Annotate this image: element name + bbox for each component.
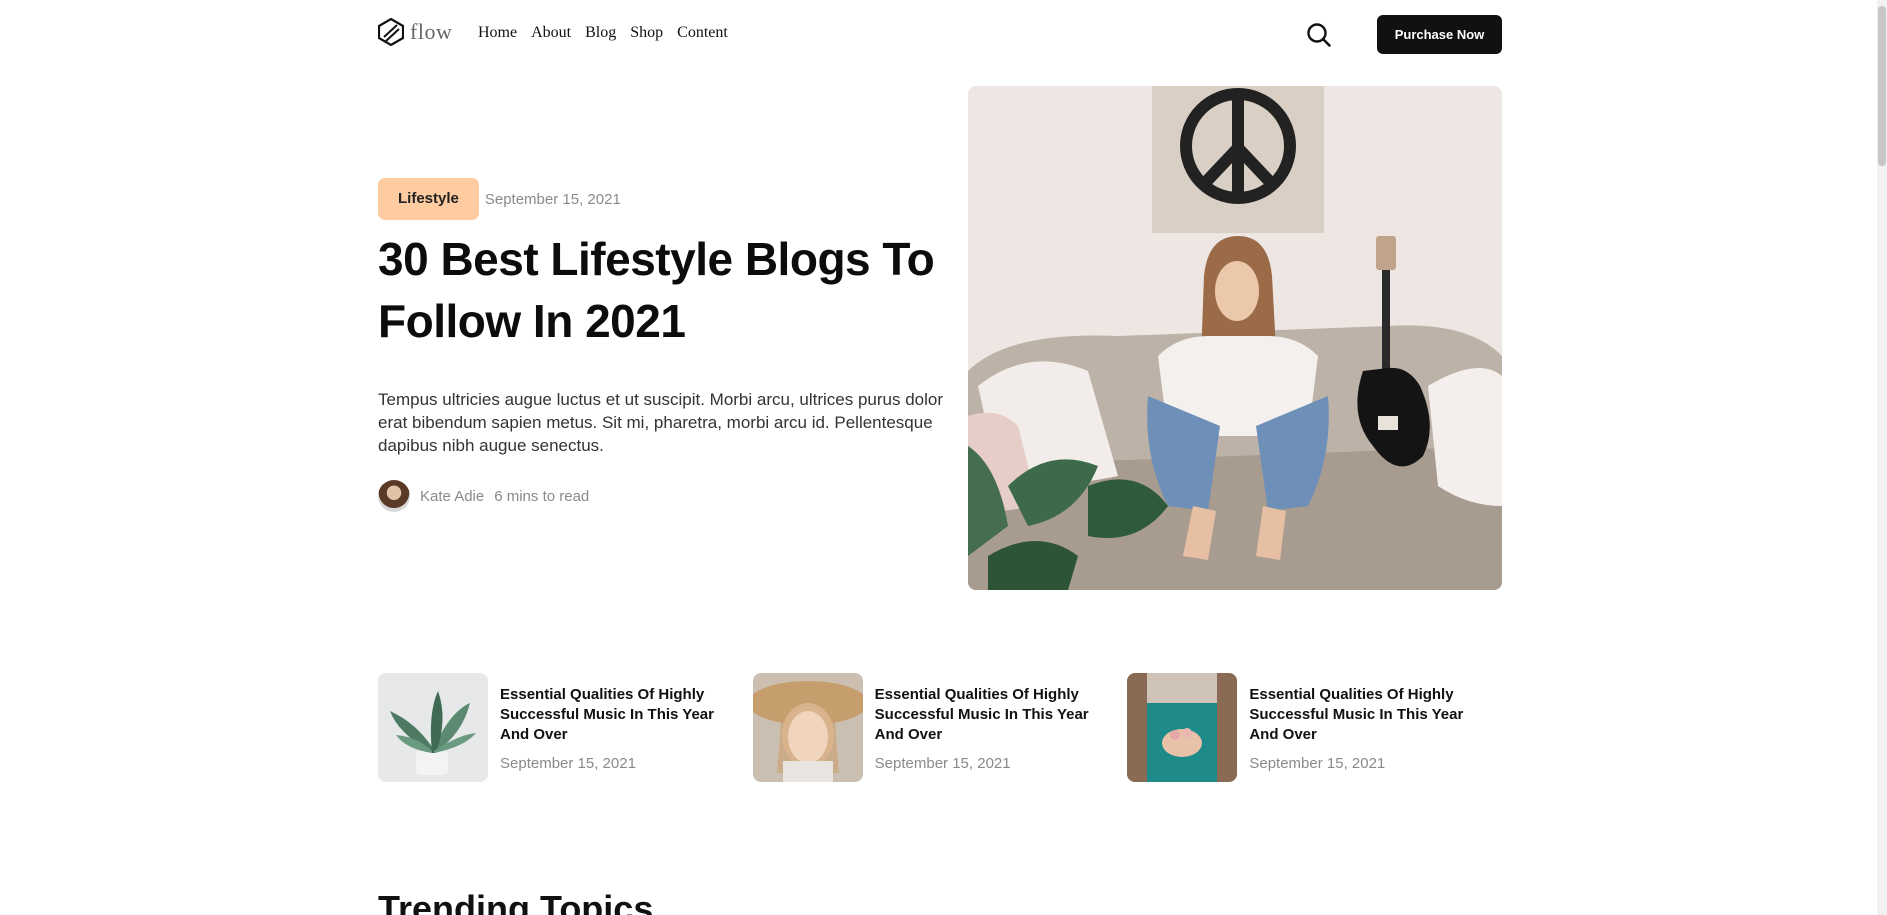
card-body: Essential Qualities Of Highly Successful… xyxy=(500,673,740,782)
card-title[interactable]: Essential Qualities Of Highly Successful… xyxy=(1249,685,1489,745)
card-thumbnail[interactable] xyxy=(1127,673,1238,782)
card-2[interactable]: Essential Qualities Of Highly Successful… xyxy=(752,673,1128,782)
card-date: September 15, 2021 xyxy=(500,755,636,772)
card-title[interactable]: Essential Qualities Of Highly Successful… xyxy=(875,685,1115,745)
author-name[interactable]: Kate Adie xyxy=(420,488,484,505)
nav-content[interactable]: Content xyxy=(677,24,728,42)
card-title[interactable]: Essential Qualities Of Highly Successful… xyxy=(500,685,740,745)
card-1[interactable]: Essential Qualities Of Highly Successful… xyxy=(378,673,753,782)
logo-icon xyxy=(378,18,404,46)
card-thumbnail[interactable] xyxy=(378,673,488,782)
search-icon[interactable] xyxy=(1306,22,1332,48)
nav-shop[interactable]: Shop xyxy=(630,24,663,42)
trending-topics-heading: Trending Topics xyxy=(378,888,654,915)
purchase-now-button[interactable]: Purchase Now xyxy=(1377,15,1502,54)
logo-text: flow xyxy=(410,19,453,44)
logo[interactable]: flow xyxy=(378,18,452,46)
card-thumbnail[interactable] xyxy=(752,673,863,782)
card-date: September 15, 2021 xyxy=(1249,755,1386,772)
site-header: flow Home About Blog Shop Content Purcha… xyxy=(378,12,1502,56)
read-time: 6 mins to read xyxy=(494,487,590,505)
card-3[interactable]: Essential Qualities Of Highly Successful… xyxy=(1127,673,1502,782)
author-info: Kate Adie 6 mins to read xyxy=(378,480,948,512)
hero-meta: Lifestyle September 15, 2021 xyxy=(378,178,948,220)
nav-blog[interactable]: Blog xyxy=(585,24,616,42)
card-date: September 15, 2021 xyxy=(874,755,1011,772)
scrollbar-thumb[interactable] xyxy=(1878,6,1886,166)
main-nav: Home About Blog Shop Content xyxy=(478,24,728,42)
hero-date: September 15, 2021 xyxy=(484,190,621,208)
hero-content: Lifestyle September 15, 2021 30 Best Lif… xyxy=(378,178,948,512)
card-body: Essential Qualities Of Highly Successful… xyxy=(1249,673,1489,782)
scrollbar[interactable] xyxy=(1877,0,1887,915)
nav-home[interactable]: Home xyxy=(478,24,517,42)
hero-image[interactable] xyxy=(968,86,1502,590)
category-badge[interactable]: Lifestyle xyxy=(378,178,479,220)
card-body: Essential Qualities Of Highly Successful… xyxy=(875,673,1115,782)
nav-about[interactable]: About xyxy=(531,24,571,42)
hero-description: Tempus ultricies augue luctus et ut susc… xyxy=(378,390,944,455)
hero-title[interactable]: 30 Best Lifestyle Blogs To Follow In 202… xyxy=(378,228,948,352)
featured-cards: Essential Qualities Of Highly Successful… xyxy=(378,673,1502,782)
author-avatar xyxy=(378,480,410,512)
